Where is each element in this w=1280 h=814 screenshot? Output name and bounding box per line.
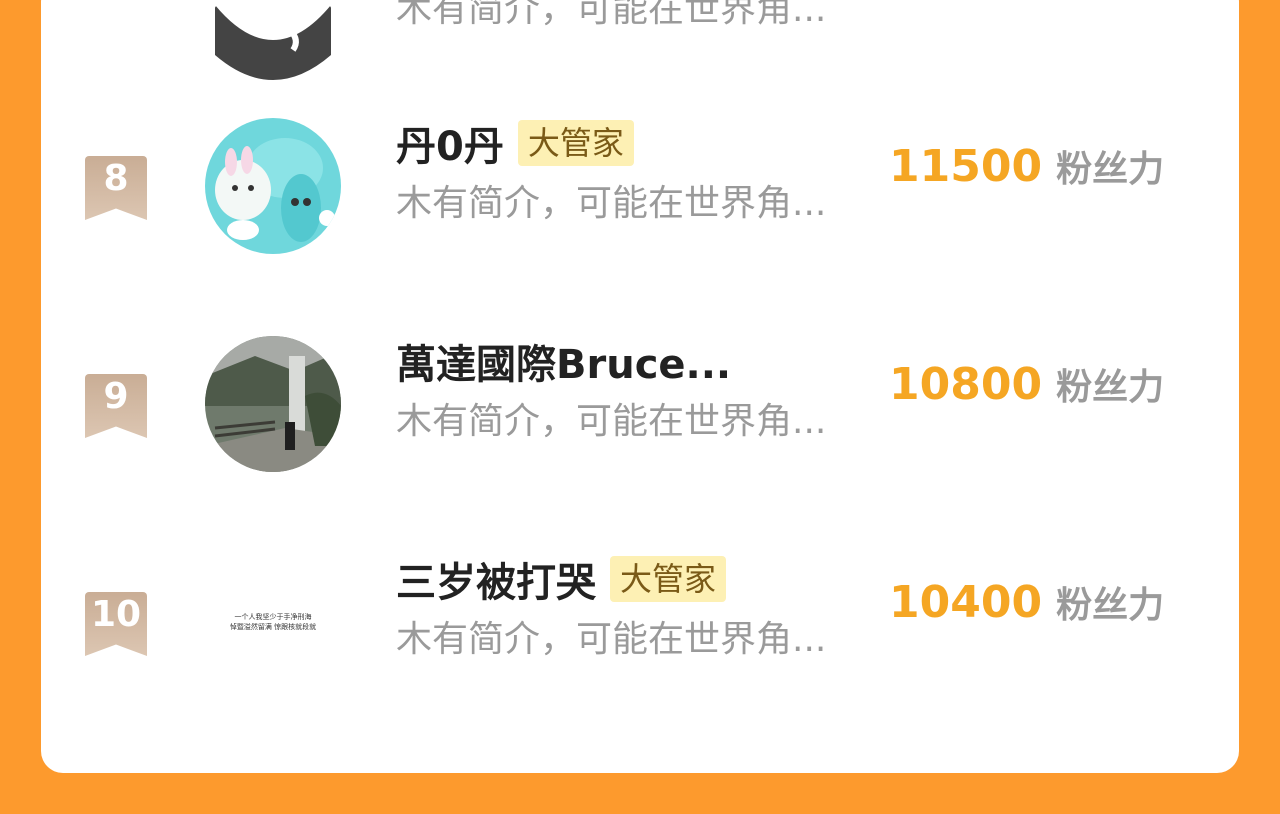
bio-text: 木有简介，可能在世界角...	[396, 0, 827, 30]
avatar-caption: 一个人我坚少于手净刑海	[234, 613, 312, 621]
avatar[interactable]: 一个人我坚少于手净刑海 悼暨溢然留满 惊跟核就段就	[205, 554, 341, 690]
score-label: 粉丝力	[1056, 367, 1165, 408]
user-name[interactable]: 三岁被打哭	[396, 550, 596, 608]
ranking-card: 木有简介，可能在世界角... 8 丹0丹 大管家 木有简介，可能在世界角... …	[41, 0, 1239, 773]
name-line: 萬達國際Bruce...	[396, 332, 731, 390]
score-label: 粉丝力	[1056, 149, 1165, 190]
role-badge: 大管家	[517, 120, 634, 166]
name-line: 三岁被打哭 大管家	[396, 550, 727, 608]
photo-avatar-icon	[205, 336, 341, 472]
bio-text: 木有简介，可能在世界角...	[396, 183, 827, 224]
cartoon-avatar-icon	[205, 118, 341, 254]
list-item[interactable]: 10 一个人我坚少于手净刑海 悼暨溢然留满 惊跟核就段就 三岁被打哭 大管家 木…	[41, 546, 1239, 696]
rank-badge: 9	[85, 374, 147, 438]
score-value: 11500	[889, 141, 1043, 192]
fan-score: 10800 粉丝力	[889, 358, 1164, 410]
list-item[interactable]: 木有简介，可能在世界角...	[41, 0, 1239, 111]
avatar-caption: 悼暨溢然留满 惊跟核就段就	[229, 623, 317, 631]
partial-avatar-icon	[215, 5, 331, 80]
avatar[interactable]	[205, 118, 341, 254]
bio-text: 木有简介，可能在世界角...	[396, 401, 827, 442]
rank-badge: 8	[85, 156, 147, 220]
list-item[interactable]: 8 丹0丹 大管家 木有简介，可能在世界角... 11500 粉丝力	[41, 110, 1239, 260]
avatar[interactable]	[205, 336, 341, 472]
list-item[interactable]: 9 萬達國際Bruce... 木有简介，可能在世界角... 10800 粉丝力	[41, 328, 1239, 478]
fan-score: 11500 粉丝力	[889, 140, 1164, 192]
fan-score: 10400 粉丝力	[889, 576, 1164, 628]
role-badge: 大管家	[610, 556, 727, 602]
avatar[interactable]	[205, 0, 341, 111]
name-line: 丹0丹 大管家	[396, 114, 634, 172]
user-name[interactable]: 萬達國際Bruce...	[396, 332, 731, 390]
user-name[interactable]: 丹0丹	[396, 114, 504, 172]
score-value: 10400	[889, 577, 1043, 628]
rank-badge: 10	[85, 592, 147, 656]
score-value: 10800	[889, 359, 1043, 410]
bio-text: 木有简介，可能在世界角...	[396, 619, 827, 660]
score-label: 粉丝力	[1056, 585, 1165, 626]
